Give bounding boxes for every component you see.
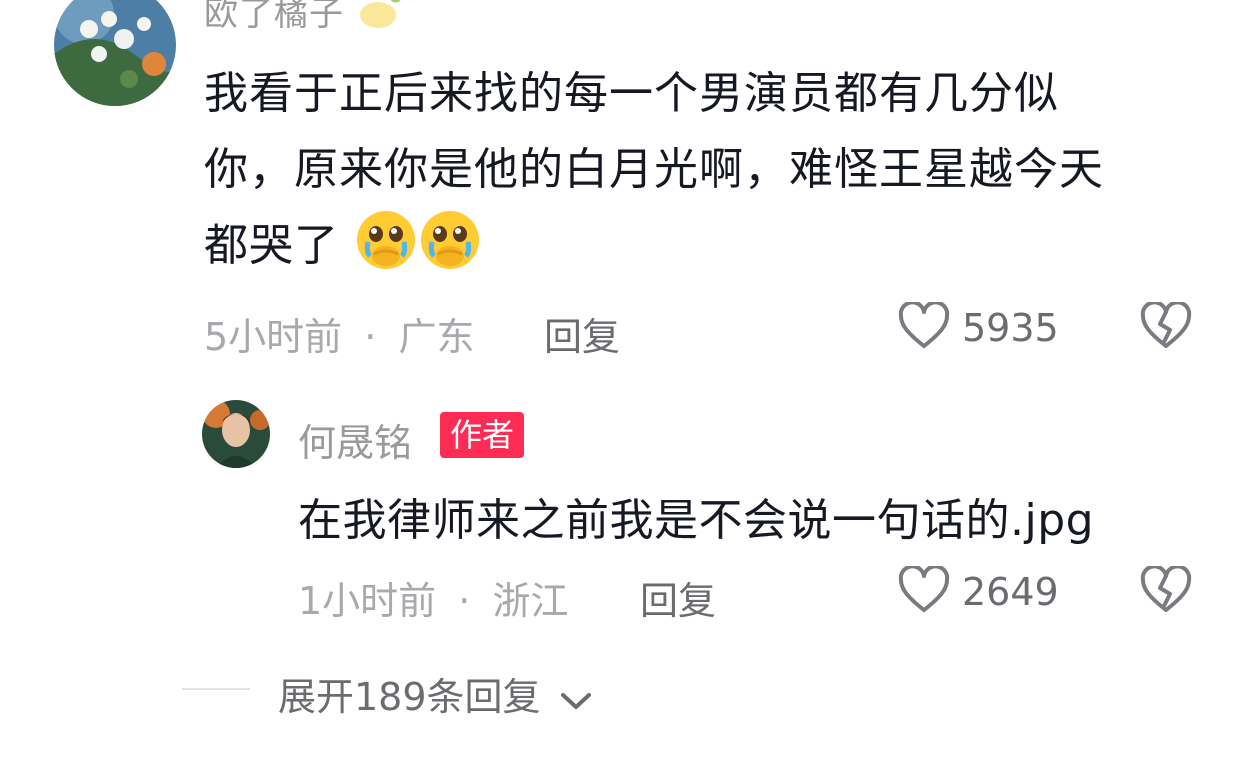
meta-dot: · [458, 579, 471, 623]
heart-outline-icon[interactable] [898, 302, 950, 350]
reply-time: 1小时前 [298, 579, 437, 623]
reply-button[interactable]: 回复 [544, 306, 620, 361]
divider [182, 688, 250, 690]
comment-time: 5小时前 [204, 315, 343, 359]
reply-meta: 1小时前 · 浙江 [298, 570, 568, 625]
comment-line-3-text: 都哭了 [204, 220, 339, 271]
like-count: 5935 [962, 306, 1059, 350]
comment-meta: 5小时前 · 广东 [204, 306, 474, 361]
reply-button[interactable]: 回复 [640, 570, 716, 625]
meta-dot: · [364, 315, 377, 359]
expand-replies-button[interactable]: 展开189条回复 [278, 666, 593, 722]
avatar[interactable] [54, 0, 176, 106]
heart-outline-icon[interactable] [898, 566, 950, 614]
username-text[interactable]: 欧了橘子 [204, 0, 344, 34]
author-badge: 作者 [440, 412, 525, 458]
comment-text: 我看于正后来找的每一个男演员都有几分似 你，原来你是他的白月光啊，难怪王星越今天… [204, 56, 1214, 284]
comment-username[interactable]: 欧了橘子 [204, 0, 402, 40]
reply-username[interactable]: 何晟铭 [298, 412, 412, 467]
crying-face-emoji-icon [418, 208, 482, 272]
expand-replies-label[interactable]: 展开189条回复 [278, 675, 541, 719]
reply-location: 浙江 [492, 579, 569, 623]
comment-line-1: 我看于正后来找的每一个男演员都有几分似 [204, 68, 1059, 119]
lemon-icon [358, 0, 402, 40]
avatar[interactable] [202, 400, 270, 468]
broken-heart-icon[interactable] [1140, 302, 1192, 350]
comment-location: 广东 [398, 315, 475, 359]
crying-face-emoji-icon [354, 208, 418, 272]
chevron-down-icon[interactable] [559, 678, 593, 722]
reply-text: 在我律师来之前我是不会说一句话的.jpg [298, 495, 1095, 546]
broken-heart-icon[interactable] [1140, 566, 1192, 614]
comment-line-2: 你，原来你是他的白月光啊，难怪王星越今天 [204, 144, 1104, 195]
like-count: 2649 [962, 570, 1059, 614]
comment-line-3: 都哭了 [204, 208, 1214, 284]
